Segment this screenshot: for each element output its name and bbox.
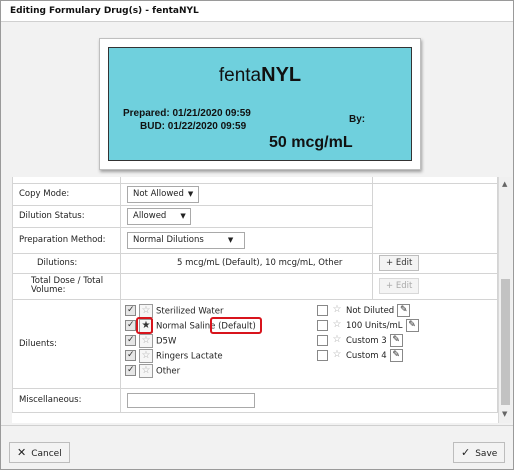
scrollbar-thumb[interactable]	[501, 279, 510, 405]
label-bud: BUD: 01/22/2020 09:59	[140, 121, 247, 132]
miscellaneous-label: Miscellaneous:	[12, 387, 121, 413]
diluent-name: Other	[156, 366, 181, 376]
diluent-row: ☆ Not Diluted ✎	[317, 303, 419, 319]
diluent-name: Sterilized Water	[156, 306, 224, 316]
pencil-icon[interactable]: ✎	[389, 333, 403, 347]
scroll-down-icon[interactable]: ▼	[502, 410, 507, 418]
diluent-checkbox[interactable]	[125, 333, 136, 348]
diluent-name: Not Diluted	[346, 305, 395, 316]
diluent-name: Custom 3	[346, 335, 387, 346]
chevron-down-icon: ▼	[187, 189, 194, 198]
diluents-left-list: ☆Sterilized Water ★Normal Saline (Defaul…	[125, 303, 256, 379]
dilution-status-cell: Allowed ▼	[120, 204, 373, 228]
highlight-box	[136, 316, 153, 334]
save-button[interactable]: ✓ Save	[453, 442, 506, 463]
dilution-status-select[interactable]: Allowed ▼	[127, 207, 191, 225]
diluent-name: 100 Units/mL	[346, 320, 403, 331]
drug-name-lower: fenta	[218, 65, 262, 86]
diluent-row: ☆Other	[125, 363, 256, 379]
dilutions-value: 5 mcg/mL (Default), 10 mcg/mL, Other	[120, 252, 373, 274]
edit-drug-dialog: Editing Formulary Drug(s) - fentaNYL fen…	[0, 0, 514, 470]
star-icon[interactable]: ☆	[331, 334, 343, 346]
diluent-checkbox[interactable]	[125, 318, 136, 333]
copy-mode-value: Not Allowed	[133, 188, 184, 199]
label-prepared: Prepared: 01/21/2020 09:59	[123, 108, 251, 119]
star-icon[interactable]: ☆	[331, 349, 343, 361]
dilutions-edit-button[interactable]: + Edit	[379, 255, 420, 271]
label-preview-card: fentaNYL Prepared: 01/21/2020 09:59 BUD:…	[99, 38, 421, 170]
star-icon[interactable]: ☆	[139, 363, 153, 378]
copy-mode-label: Copy Mode:	[12, 182, 121, 206]
diluent-checkbox[interactable]	[125, 363, 136, 378]
scrollbar[interactable]: ▲ ▼	[498, 177, 512, 423]
diluent-row: ☆ Custom 4 ✎	[317, 348, 419, 364]
star-icon[interactable]: ☆	[139, 303, 153, 318]
diluent-checkbox[interactable]	[317, 304, 328, 316]
diluent-name: Normal Saline	[156, 321, 216, 331]
diluent-checkbox[interactable]	[317, 334, 328, 346]
scroll-up-icon[interactable]: ▲	[502, 180, 507, 188]
preparation-method-label: Preparation Method:	[12, 226, 121, 254]
cancel-button[interactable]: ✕ Cancel	[9, 442, 70, 463]
diluent-row: ☆ 100 Units/mL ✎	[317, 318, 419, 334]
diluent-name: D5W	[156, 336, 177, 346]
chevron-down-icon: ▼	[180, 211, 186, 220]
label-drug-name: fentaNYL	[109, 64, 411, 87]
label-by: By:	[349, 114, 366, 125]
grid-empty-cell	[372, 182, 498, 254]
total-dose-edit-cell: + Edit	[372, 272, 498, 300]
diluents-right-list: ☆ Not Diluted ✎ ☆ 100 Units/mL ✎ ☆ Custom 3 ✎ …	[317, 303, 419, 364]
miscellaneous-input[interactable]	[127, 392, 255, 408]
footer-divider	[1, 425, 513, 426]
dialog-title-bar: Editing Formulary Drug(s) - fentaNYL	[1, 1, 513, 22]
drug-name-upper: NYL	[261, 64, 302, 86]
diluent-name: Ringers Lactate	[156, 351, 223, 361]
checkmark-icon: ✓	[461, 446, 471, 459]
highlight-box	[210, 316, 262, 334]
dilutions-edit-cell: + Edit	[372, 252, 498, 274]
preparation-method-value: Normal Dilutions	[133, 234, 204, 245]
dilution-status-label: Dilution Status:	[12, 204, 121, 228]
copy-mode-cell: Not Allowed ▼	[120, 182, 373, 206]
copy-mode-select[interactable]: Not Allowed ▼	[127, 185, 200, 203]
diluent-name: Custom 4	[346, 350, 387, 361]
close-icon: ✕	[17, 446, 27, 459]
settings-grid: Copy Mode: Not Allowed ▼ Dilution Status:…	[12, 177, 498, 423]
pencil-icon[interactable]: ✎	[397, 303, 411, 317]
pencil-icon[interactable]: ✎	[405, 318, 419, 332]
diluent-checkbox[interactable]	[125, 303, 136, 318]
miscellaneous-cell	[120, 387, 498, 413]
dialog-title: Editing Formulary Drug(s) - fentaNYL	[10, 6, 199, 16]
pencil-icon[interactable]: ✎	[389, 348, 403, 362]
diluent-row: ☆D5W	[125, 333, 256, 349]
diluent-checkbox[interactable]	[317, 319, 328, 331]
save-label: Save	[475, 449, 498, 459]
star-icon[interactable]: ☆	[139, 333, 153, 348]
label-preview: fentaNYL Prepared: 01/21/2020 09:59 BUD:…	[108, 47, 412, 161]
preparation-method-cell: Normal Dilutions ▼	[120, 226, 373, 254]
diluent-checkbox[interactable]	[125, 348, 136, 363]
label-concentration: 50 mcg/mL	[269, 134, 353, 151]
star-icon[interactable]: ☆	[331, 304, 343, 316]
diluent-checkbox[interactable]	[317, 349, 328, 361]
total-dose-label: Total Dose / Total Volume:	[12, 272, 121, 300]
dilution-status-value: Allowed	[133, 210, 167, 221]
star-icon[interactable]: ☆	[331, 319, 343, 331]
dilutions-label: Dilutions:	[12, 252, 121, 274]
diluent-row: ☆Ringers Lactate	[125, 348, 256, 364]
diluent-row: ☆ Custom 3 ✎	[317, 333, 419, 349]
diluents-label: Diluents:	[12, 298, 121, 389]
diluents-cell: ☆Sterilized Water ★Normal Saline (Defaul…	[120, 298, 498, 389]
total-dose-edit-button[interactable]: + Edit	[379, 278, 420, 294]
total-dose-value	[120, 272, 373, 300]
cancel-label: Cancel	[31, 449, 62, 459]
star-icon[interactable]: ☆	[139, 348, 153, 363]
preparation-method-select[interactable]: Normal Dilutions ▼	[127, 231, 245, 249]
chevron-down-icon: ▼	[227, 235, 234, 244]
